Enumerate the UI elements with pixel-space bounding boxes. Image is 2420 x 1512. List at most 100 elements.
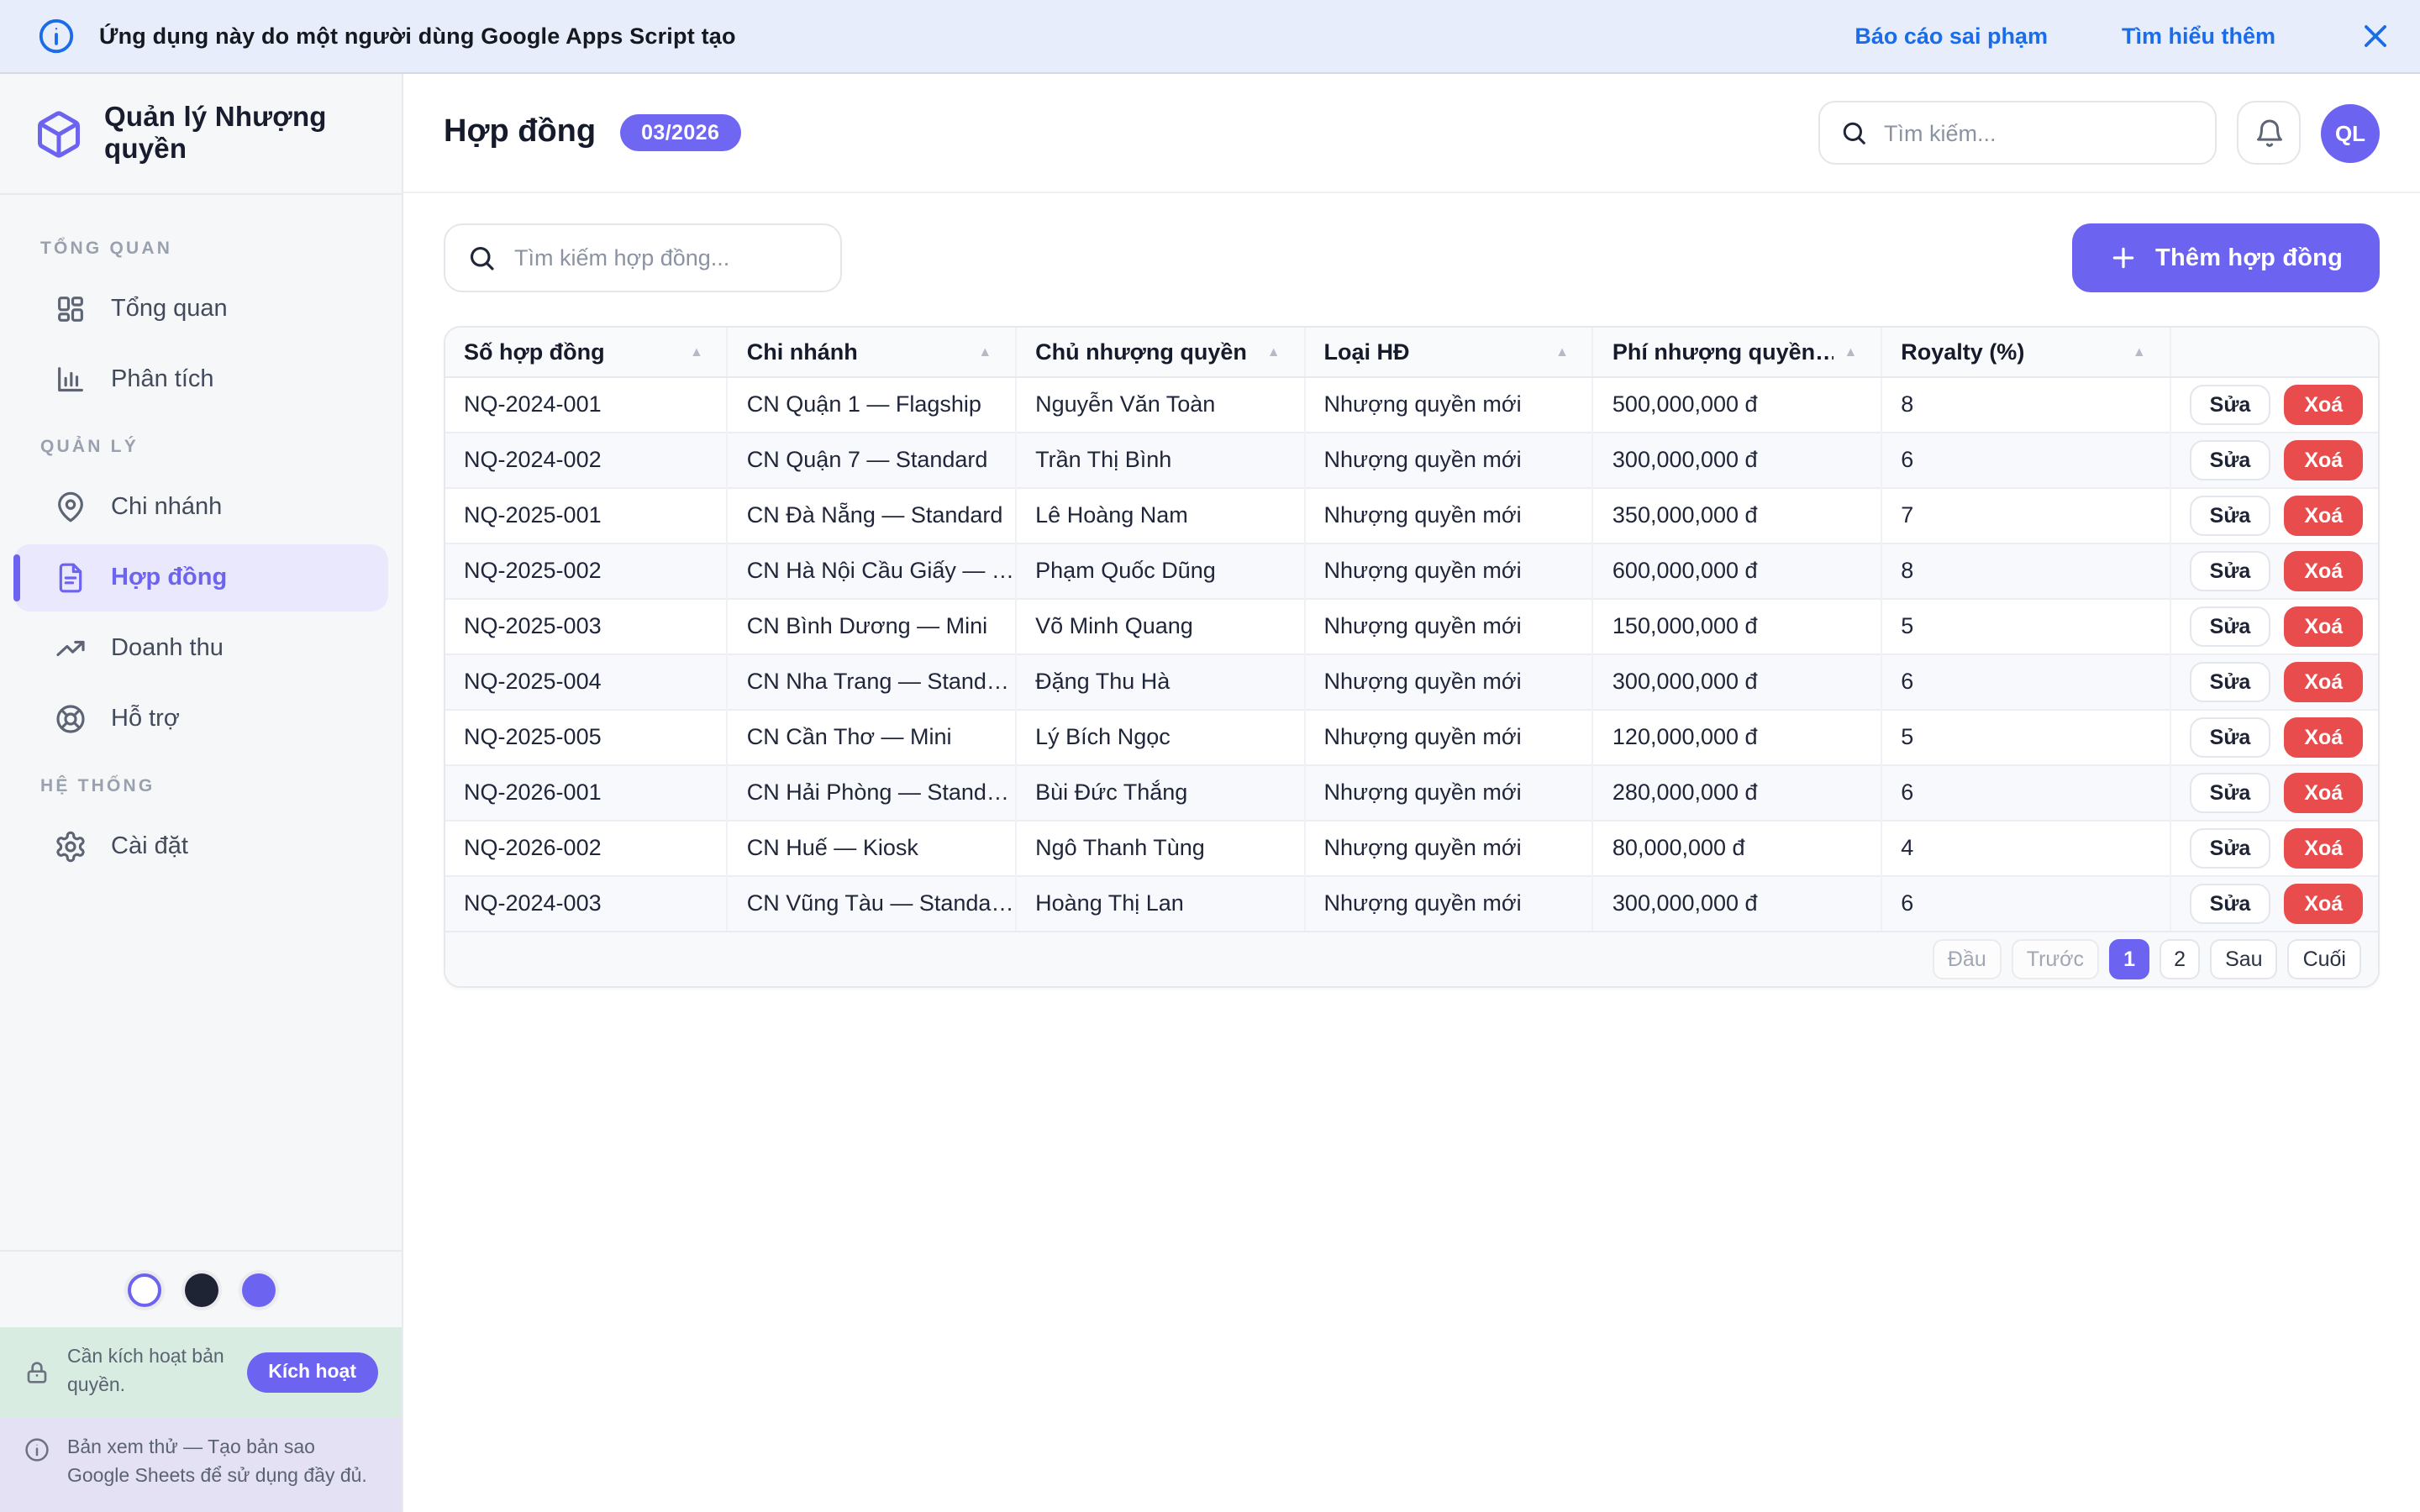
- map-pin-icon: [54, 491, 87, 524]
- sidebar-item-label: Phân tích: [111, 366, 214, 393]
- edit-button[interactable]: Sửa: [2189, 661, 2271, 701]
- edit-button[interactable]: Sửa: [2189, 606, 2271, 646]
- sidebar-item-ho-tro[interactable]: Hỗ trợ: [13, 685, 388, 753]
- table-header-row: Số hợp đồng ▲ Chi nhánh ▲ Chủ nhượng quyền…: [445, 328, 2378, 377]
- sort-icon: ▲: [2132, 344, 2146, 360]
- table-row: NQ-2024-003 CN Vũng Tàu — Standa… Hoàng Th…: [445, 874, 2378, 931]
- column-header-owner[interactable]: Chủ nhượng quyền ▲: [1016, 328, 1306, 377]
- dashboard-grid-icon: [54, 292, 87, 326]
- pagination-page-1[interactable]: 1: [2109, 939, 2150, 979]
- edit-button[interactable]: Sửa: [2189, 384, 2271, 424]
- close-icon[interactable]: [2360, 20, 2391, 52]
- notifications-button[interactable]: [2237, 101, 2301, 165]
- edit-button[interactable]: Sửa: [2189, 439, 2271, 480]
- edit-button[interactable]: Sửa: [2189, 827, 2271, 868]
- delete-button[interactable]: Xoá: [2284, 384, 2364, 424]
- sort-icon: ▲: [1266, 344, 1281, 360]
- delete-button[interactable]: Xoá: [2284, 495, 2364, 535]
- activate-button[interactable]: Kích hoạt: [246, 1352, 378, 1393]
- sidebar-item-label: Chi nhánh: [111, 494, 223, 521]
- table-row: NQ-2024-001 CN Quận 1 — Flagship Nguyễn Vă…: [445, 375, 2378, 432]
- lock-icon: [24, 1360, 50, 1387]
- column-header-contract-id[interactable]: Số hợp đồng ▲: [445, 328, 729, 377]
- theme-light-dot[interactable]: [124, 1269, 164, 1310]
- delete-button[interactable]: Xoá: [2284, 772, 2364, 812]
- theme-purple-dot[interactable]: [238, 1269, 278, 1310]
- app-logo-header: Quản lý Nhượng quyền: [0, 74, 402, 195]
- table-row: NQ-2025-003 CN Bình Dương — Mini Võ Minh Q…: [445, 597, 2378, 654]
- table-row: NQ-2025-002 CN Hà Nội Cầu Giấy — … Phạm Qu…: [445, 542, 2378, 598]
- sidebar-item-doanh-thu[interactable]: Doanh thu: [13, 615, 388, 682]
- license-text: Cần kích hoạt bản quyền.: [67, 1347, 224, 1396]
- sidebar-item-hop-dong[interactable]: Hợp đồng: [13, 544, 388, 612]
- delete-button[interactable]: Xoá: [2284, 827, 2364, 868]
- trial-text: Bản xem thử — Tạo bản sao Google Sheets …: [67, 1437, 367, 1487]
- nav-section-system: HỆ THỐNG: [40, 776, 155, 796]
- sidebar-item-tong-quan[interactable]: Tổng quan: [13, 276, 388, 343]
- table-row: NQ-2025-005 CN Cần Thơ — Mini Lý Bích Ngọc…: [445, 708, 2378, 764]
- app-root: Ứng dụng này do một người dùng Google Ap…: [0, 0, 2420, 1512]
- table-row: NQ-2025-004 CN Nha Trang — Stand… Đặng Thu…: [445, 653, 2378, 709]
- app-title: Quản lý Nhượng quyền: [104, 102, 327, 164]
- column-header-royalty[interactable]: Royalty (%) ▲: [1881, 328, 2171, 377]
- contract-search[interactable]: [444, 223, 842, 292]
- column-header-type[interactable]: Loại HĐ ▲: [1304, 328, 1594, 377]
- sort-icon: ▲: [1844, 344, 1858, 360]
- global-search-input[interactable]: [1884, 120, 2195, 145]
- delete-button[interactable]: Xoá: [2284, 439, 2364, 480]
- bell-icon: [2253, 117, 2285, 149]
- report-abuse-link[interactable]: Báo cáo sai phạm: [1854, 24, 2048, 49]
- sidebar-item-cai-dat[interactable]: Cài đặt: [13, 813, 388, 880]
- plus-icon: [2108, 244, 2137, 272]
- search-icon: [467, 243, 497, 273]
- table-row: NQ-2024-002 CN Quận 7 — Standard Trần Thị …: [445, 431, 2378, 487]
- pagination-first[interactable]: Đầu: [1932, 939, 2002, 979]
- sidebar-item-chi-nhanh[interactable]: Chi nhánh: [13, 474, 388, 541]
- info-icon: [37, 17, 76, 55]
- column-header-fee[interactable]: Phí nhượng quyền… ▲: [1592, 328, 1883, 377]
- delete-button[interactable]: Xoá: [2284, 661, 2364, 701]
- sidebar-item-phan-tich[interactable]: Phân tích: [13, 346, 388, 413]
- contract-search-input[interactable]: [514, 245, 818, 270]
- edit-button[interactable]: Sửa: [2189, 717, 2271, 757]
- table-row: NQ-2026-002 CN Huế — Kiosk Ngô Thanh Tùng N…: [445, 819, 2378, 875]
- avatar[interactable]: QL: [2321, 103, 2380, 162]
- delete-button[interactable]: Xoá: [2284, 883, 2364, 924]
- add-contract-button[interactable]: Thêm hợp đồng: [2071, 223, 2380, 292]
- pagination-next[interactable]: Sau: [2210, 939, 2278, 979]
- edit-button[interactable]: Sửa: [2189, 883, 2271, 924]
- learn-more-link[interactable]: Tìm hiểu thêm: [2122, 24, 2275, 49]
- delete-button[interactable]: Xoá: [2284, 550, 2364, 591]
- sort-icon: ▲: [1555, 344, 1569, 360]
- sidebar-footer: Cần kích hoạt bản quyền. Kích hoạt Bản x…: [0, 1250, 402, 1512]
- pagination-last[interactable]: Cuối: [2287, 939, 2361, 979]
- edit-button[interactable]: Sửa: [2189, 550, 2271, 591]
- page-title: Hợp đồng: [444, 114, 597, 150]
- pagination-page-2[interactable]: 2: [2160, 939, 2201, 979]
- bar-chart-icon: [54, 363, 87, 396]
- file-text-icon: [54, 561, 87, 595]
- theme-dark-dot[interactable]: [181, 1269, 221, 1310]
- banner-text: Ứng dụng này do một người dùng Google Ap…: [99, 24, 736, 49]
- theme-switcher: [0, 1250, 402, 1327]
- nav-section-management: QUẢN LÝ: [40, 437, 139, 457]
- sidebar-item-label: Tổng quan: [111, 296, 228, 323]
- pagination-prev[interactable]: Trước: [2011, 939, 2100, 979]
- toolbar: Thêm hợp đồng: [444, 223, 2380, 292]
- gear-icon: [54, 830, 87, 864]
- main-area: Hợp đồng 03/2026 Tìm kiếm... QL Tìm kiếm…: [403, 74, 2420, 1512]
- cube-logo-icon: [34, 108, 84, 159]
- delete-button[interactable]: Xoá: [2284, 606, 2364, 646]
- contracts-table-card: Số hợp đồng ▲ Chi nhánh ▲ Chủ nhượng quyền…: [444, 326, 2380, 988]
- sidebar: Quản lý Nhượng quyền TỔNG QUAN Tổng quan: [0, 74, 403, 1512]
- column-header-branch[interactable]: Chi nhánh ▲: [727, 328, 1018, 377]
- edit-button[interactable]: Sửa: [2189, 772, 2271, 812]
- sort-icon: ▲: [689, 344, 703, 360]
- edit-button[interactable]: Sửa: [2189, 495, 2271, 535]
- global-search[interactable]: [1818, 101, 2217, 165]
- sidebar-item-label: Doanh thu: [111, 635, 224, 662]
- license-notice: Cần kích hoạt bản quyền. Kích hoạt: [0, 1327, 402, 1417]
- delete-button[interactable]: Xoá: [2284, 717, 2364, 757]
- pagination: Đầu Trước 1 2 Sau Cuối: [445, 931, 2378, 986]
- main-header: Hợp đồng 03/2026 Tìm kiếm... QL: [403, 74, 2420, 193]
